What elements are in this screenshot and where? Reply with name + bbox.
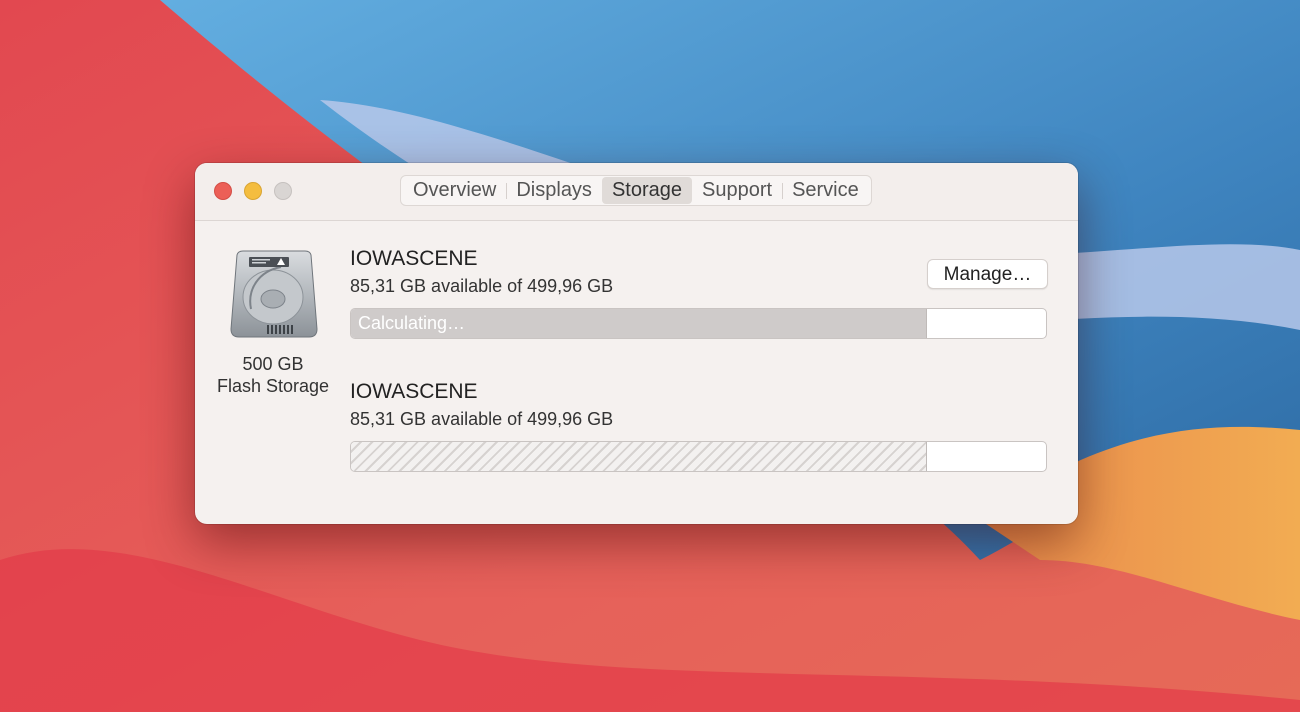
manage-button[interactable]: Manage… [927, 259, 1048, 289]
storage-bar-label: Calculating… [358, 313, 466, 333]
tab-bar: Overview Displays Storage Support Servic… [400, 175, 872, 206]
hard-disk-icon [230, 250, 318, 338]
disk-size-label: 500 GB [242, 354, 304, 374]
tab-overview[interactable]: Overview [403, 177, 506, 204]
tab-service[interactable]: Service [782, 177, 869, 204]
about-this-mac-window: Overview Displays Storage Support Servic… [195, 163, 1078, 524]
tab-support[interactable]: Support [692, 177, 782, 204]
disk-type-label: Flash Storage [216, 376, 330, 396]
volume-available-2: 85,31 GB available of 499,96 GB [350, 409, 614, 429]
storage-usage-bar: Calculating… [350, 308, 1047, 339]
disk-caption: 500 GB Flash Storage [209, 353, 337, 397]
volume-available: 85,31 GB available of 499,96 GB [350, 276, 614, 296]
tab-storage[interactable]: Storage [601, 177, 692, 204]
minimize-button[interactable] [244, 182, 262, 200]
storage-usage-fill-2 [351, 442, 928, 471]
volume-name-2: IOWASCENE [350, 380, 478, 403]
zoom-button[interactable] [274, 182, 292, 200]
title-bar: Overview Displays Storage Support Servic… [195, 163, 1078, 221]
storage-usage-bar-2 [350, 441, 1047, 472]
volume-name: IOWASCENE [350, 247, 478, 270]
tab-displays[interactable]: Displays [506, 177, 602, 204]
close-button[interactable] [214, 182, 232, 200]
